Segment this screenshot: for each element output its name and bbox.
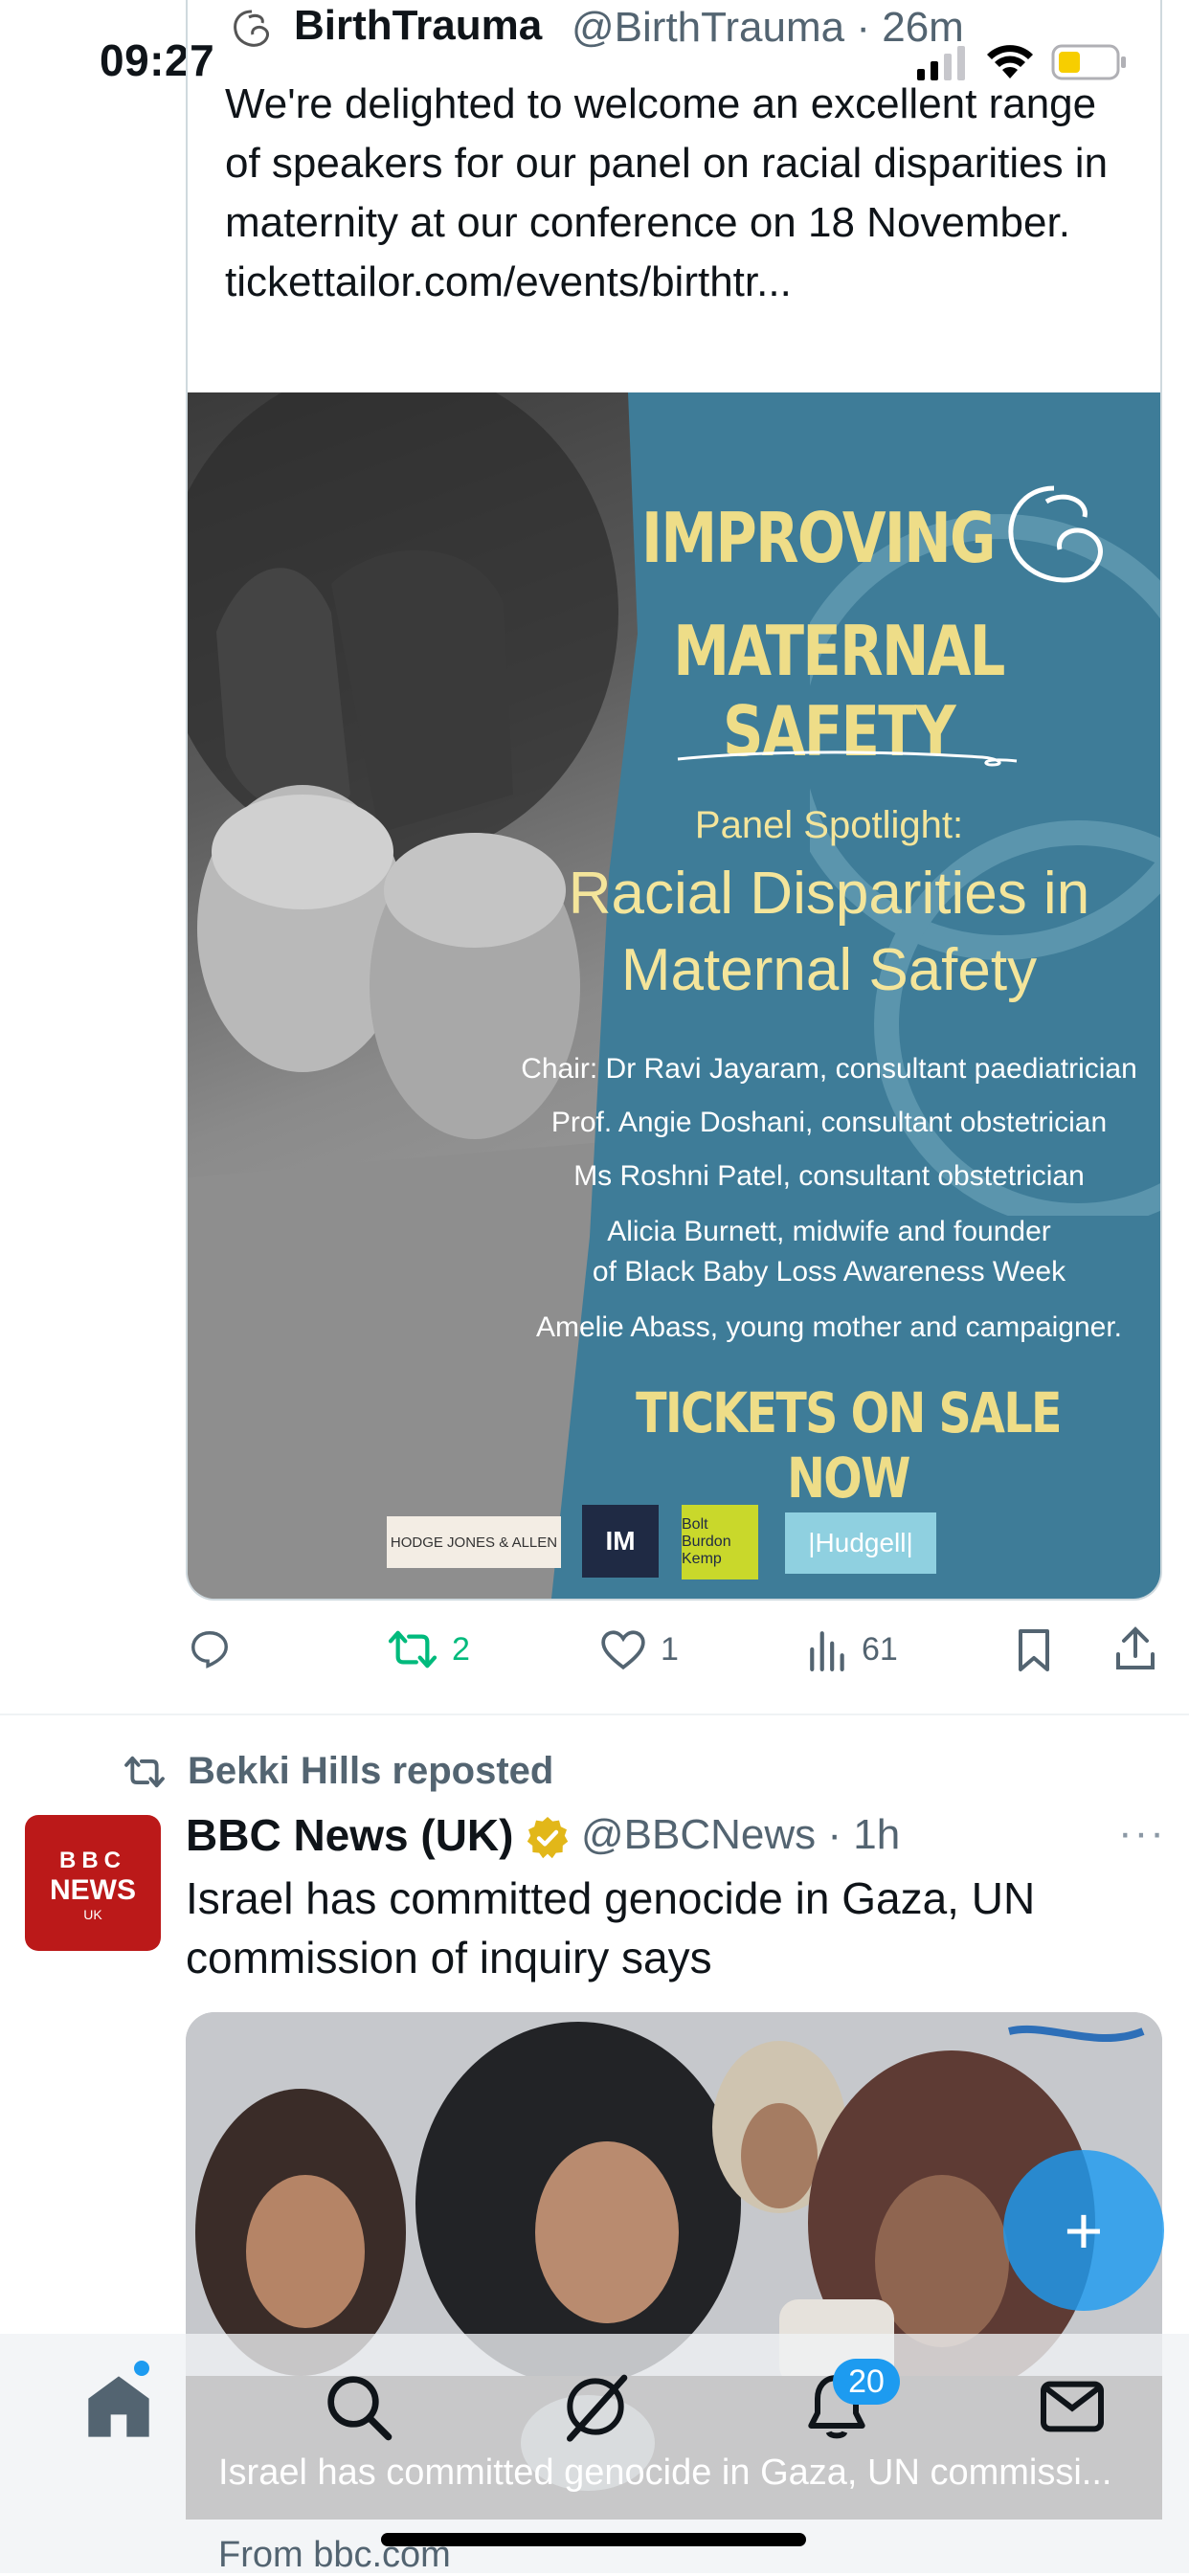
bookmark-icon	[1019, 1629, 1049, 1671]
avatar-text: BBC	[59, 1848, 126, 1873]
share-icon	[1116, 1626, 1155, 1669]
retweet-icon	[388, 1630, 437, 1669]
home-unread-dot	[134, 2361, 149, 2376]
home-icon[interactable]	[80, 2368, 157, 2445]
sponsor-logo: Bolt Burdon Kemp	[682, 1505, 758, 1579]
birthtrauma-logo-icon[interactable]	[228, 6, 276, 54]
like-count: 1	[661, 1630, 679, 1668]
poster-panel-title-line2: Maternal Safety	[620, 937, 1038, 1003]
retweet-button[interactable]: 2	[387, 1627, 470, 1671]
poster-spotlight-label: Panel Spotlight:	[694, 804, 964, 846]
tweet-author-name[interactable]: BBC News (UK)	[186, 1809, 513, 1861]
tweet-author-name[interactable]: BirthTrauma	[294, 2, 542, 50]
sponsor-logo: |Hudgell|	[785, 1512, 936, 1574]
view-count: 61	[862, 1630, 898, 1668]
poster-cta: TICKETS ON SALE NOW	[636, 1380, 1062, 1511]
tweet-age: 26m	[882, 4, 964, 51]
poster-speaker: of Black Baby Loss Awareness Week	[592, 1256, 1066, 1288]
tweet-divider	[0, 1714, 1189, 1715]
poster-speaker: Ms Roshni Patel, consultant obstetrician	[573, 1160, 1085, 1192]
like-button[interactable]: 1	[599, 1627, 679, 1671]
retweet-icon	[124, 1756, 165, 1787]
status-time: 09:27	[100, 35, 215, 85]
bookmark-button[interactable]	[1015, 1627, 1053, 1673]
link-card-title[interactable]: Israel has committed genocide in Gaza, U…	[218, 2453, 1111, 2494]
poster-speaker: Prof. Angie Doshani, consultant obstetri…	[550, 1107, 1108, 1138]
reply-button[interactable]	[188, 1627, 232, 1671]
card-border	[186, 0, 188, 394]
compose-post-button[interactable]: +	[1003, 2150, 1164, 2311]
notifications-badge: 20	[833, 2359, 900, 2405]
poster-panel-title-line1: Racial Disparities in	[568, 861, 1090, 927]
share-button[interactable]	[1114, 1625, 1156, 1673]
tweet-author-handle[interactable]: @BirthTrauma · 26m	[572, 4, 964, 52]
retweet-count: 2	[452, 1630, 470, 1668]
bbc-news-avatar[interactable]: BBC NEWS UK	[25, 1815, 161, 1951]
repost-indicator[interactable]: Bekki Hills reposted	[123, 1750, 553, 1793]
messages-icon[interactable]	[1034, 2368, 1110, 2445]
tweet-age: 1h	[853, 1811, 901, 1858]
heart-icon	[601, 1630, 645, 1670]
tweet-text[interactable]: Israel has committed genocide in Gaza, U…	[186, 1869, 1124, 1987]
repost-label: Bekki Hills reposted	[188, 1750, 554, 1792]
sponsor-logo: IM	[582, 1505, 659, 1578]
verified-badge-icon	[525, 1815, 571, 1866]
avatar-text: UK	[83, 1907, 102, 1922]
more-options-button[interactable]: ···	[1118, 1809, 1166, 1857]
poster-speaker: Alicia Burnett, midwife and founder	[607, 1216, 1051, 1247]
tweet-media-poster[interactable]: IMPROVING MATERNAL SAFETY Panel Spotligh…	[186, 392, 1162, 1601]
birthtrauma-logo-icon	[997, 477, 1111, 606]
poster-speaker: Amelie Abass, young mother and campaigne…	[535, 1311, 1123, 1343]
tweet-text[interactable]: We're delighted to welcome an excellent …	[225, 75, 1115, 312]
sponsor-logo: HODGE JONES & ALLEN	[387, 1516, 561, 1568]
search-icon[interactable]	[320, 2368, 396, 2445]
avatar-text: NEWS	[50, 1874, 136, 1906]
poster-speaker: Chair: Dr Ravi Jayaram, consultant paedi…	[521, 1053, 1137, 1085]
poster-divider-line	[677, 750, 1018, 767]
reply-icon	[191, 1631, 228, 1669]
handle-text: @BBCNews	[581, 1811, 817, 1858]
card-border	[1160, 0, 1162, 394]
tweet-author-handle[interactable]: @BBCNews · 1h	[581, 1811, 900, 1859]
grok-icon[interactable]	[557, 2368, 634, 2445]
views-chart-icon	[810, 1631, 844, 1671]
home-indicator-bar[interactable]	[381, 2533, 806, 2546]
views-button[interactable]: 61	[808, 1627, 898, 1671]
handle-text: @BirthTrauma	[572, 4, 845, 51]
